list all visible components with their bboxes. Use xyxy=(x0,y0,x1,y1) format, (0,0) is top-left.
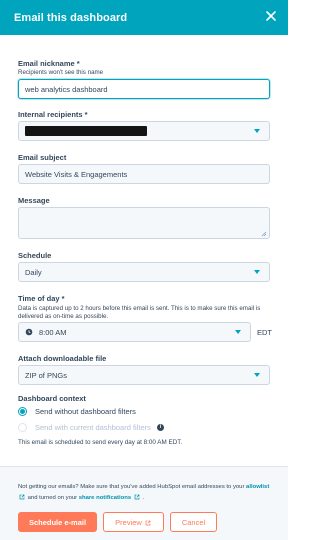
external-link-icon xyxy=(19,494,25,500)
cancel-button[interactable]: Cancel xyxy=(170,512,217,532)
nickname-value: web analytics dashboard xyxy=(25,84,108,94)
time-select[interactable]: 8:00 AM xyxy=(18,322,251,342)
recipients-label: Internal recipients * xyxy=(18,110,88,119)
clock-icon xyxy=(25,328,33,336)
time-value: 8:00 AM xyxy=(39,327,67,337)
chevron-down-icon xyxy=(254,373,260,377)
footer-text-3: . xyxy=(140,494,145,501)
subject-label: Email subject xyxy=(18,153,67,162)
time-label: Time of day * xyxy=(18,294,65,303)
modal-title: Email this dashboard xyxy=(14,11,128,24)
preview-label: Preview xyxy=(115,517,142,527)
schedule-email-button[interactable]: Schedule e-mail xyxy=(18,512,97,532)
footer-help-text: Not getting our emails? Make sure that y… xyxy=(18,482,274,504)
attachment-value: ZIP of PNGs xyxy=(25,370,67,380)
context-label: Dashboard context xyxy=(18,394,86,403)
message-textarea[interactable] xyxy=(18,207,270,239)
nickname-hint: Recipients won't see this name xyxy=(18,69,104,76)
cancel-label: Cancel xyxy=(181,517,206,527)
radio-selected-icon[interactable] xyxy=(18,407,27,416)
schedule-value: Daily xyxy=(25,267,42,277)
share-notifications-link[interactable]: share notifications xyxy=(79,495,131,501)
timezone-label: EDT xyxy=(257,328,272,337)
footer-text-1: Not getting our emails? Make sure that y… xyxy=(18,484,247,490)
info-icon[interactable]: i xyxy=(156,424,164,431)
nickname-input[interactable]: web analytics dashboard xyxy=(18,79,270,99)
redacted-recipient xyxy=(25,126,147,136)
chevron-down-icon xyxy=(235,330,241,334)
resize-handle-icon[interactable] xyxy=(261,230,267,237)
nickname-label: Email nickname * xyxy=(18,59,80,68)
allowlist-link[interactable]: allowlist xyxy=(246,484,269,490)
chevron-down-icon xyxy=(254,270,260,274)
schedule-email-label: Schedule e-mail xyxy=(28,517,87,527)
radio-send-without-filters[interactable]: Send without dashboard filters xyxy=(18,407,136,416)
attachment-select[interactable]: ZIP of PNGs xyxy=(18,365,270,385)
close-icon[interactable] xyxy=(264,9,278,23)
footer-text-2: and turned on your xyxy=(26,494,79,501)
external-link-icon xyxy=(134,494,140,500)
schedule-note: This email is scheduled to send every da… xyxy=(18,439,183,446)
radio-send-with-filters: Send with current dashboard filters i xyxy=(18,423,164,432)
radio-label-without: Send without dashboard filters xyxy=(35,407,136,416)
schedule-label: Schedule xyxy=(18,251,52,260)
external-link-icon xyxy=(145,519,151,526)
schedule-select[interactable]: Daily xyxy=(18,262,270,282)
message-label: Message xyxy=(18,196,50,205)
radio-label-with: Send with current dashboard filters xyxy=(35,423,151,432)
attachment-label: Attach downloadable file xyxy=(18,354,107,363)
preview-button[interactable]: Preview xyxy=(103,512,164,532)
radio-disabled-icon xyxy=(18,423,27,432)
time-hint: Data is captured up to 2 hours before th… xyxy=(18,305,261,321)
subject-value: Website Visits & Engagements xyxy=(25,169,128,179)
subject-input[interactable]: Website Visits & Engagements xyxy=(18,164,270,184)
recipients-select[interactable] xyxy=(18,121,270,141)
chevron-down-icon xyxy=(254,129,260,133)
modal-header: Email this dashboard xyxy=(0,0,288,35)
